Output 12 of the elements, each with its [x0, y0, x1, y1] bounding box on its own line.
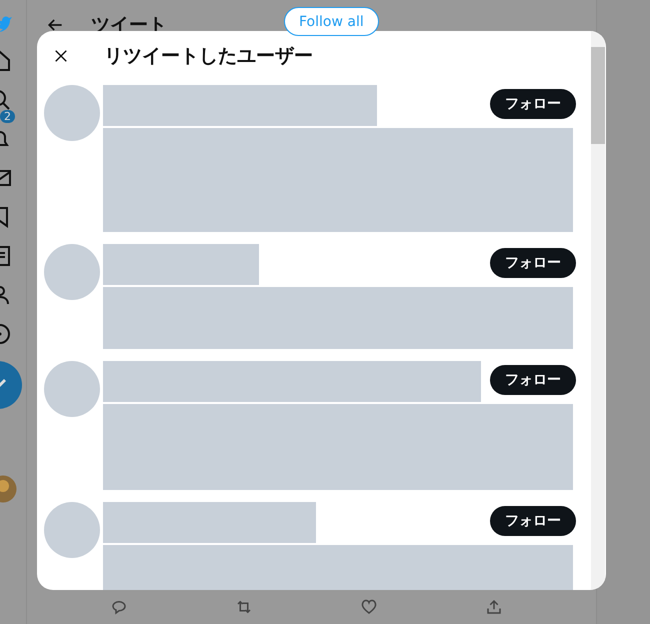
- notification-badge: 2: [0, 110, 15, 123]
- scrollbar[interactable]: [591, 31, 605, 590]
- follow-button[interactable]: フォロー: [490, 248, 576, 278]
- share-icon[interactable]: [484, 598, 503, 616]
- follow-button[interactable]: フォロー: [490, 365, 576, 395]
- retweet-icon[interactable]: [235, 598, 254, 616]
- follow-button[interactable]: フォロー: [490, 89, 576, 119]
- close-icon[interactable]: [54, 49, 68, 63]
- reply-icon[interactable]: [110, 598, 128, 616]
- dialog-title: リツイートしたユーザー: [104, 44, 313, 69]
- heart-icon[interactable]: [360, 598, 378, 616]
- follow-button[interactable]: フォロー: [490, 506, 576, 536]
